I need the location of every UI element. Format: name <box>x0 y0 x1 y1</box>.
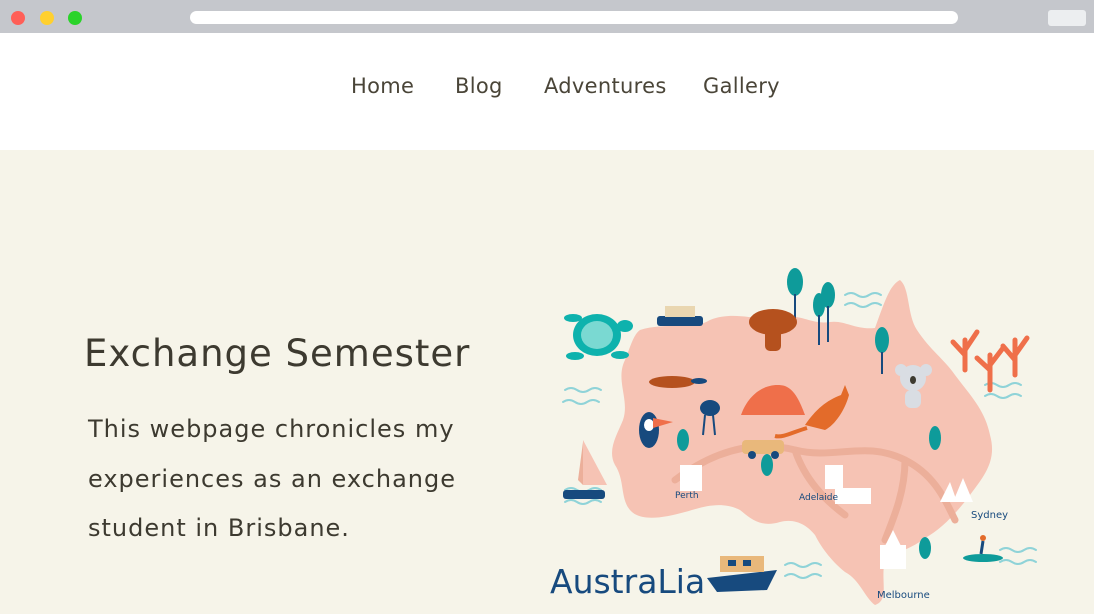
browser-chrome <box>0 0 1094 33</box>
turtle-icon <box>564 314 633 360</box>
boat-icon-top <box>657 306 703 326</box>
hero-section: Exchange Semester This webpage chronicle… <box>0 150 1094 610</box>
nav-link-adventures[interactable]: Adventures <box>544 74 667 98</box>
coral-icons <box>950 329 1030 393</box>
city-label-sydney: Sydney <box>971 510 1008 521</box>
sailboat-icon <box>563 440 607 499</box>
address-bar[interactable] <box>190 11 958 24</box>
hero-description: This webpage chronicles my experiences a… <box>88 415 456 542</box>
city-label-melbourne: Melbourne <box>877 590 930 601</box>
surfer-icon <box>963 535 1003 562</box>
boat-icon-bottom <box>707 556 777 592</box>
browser-menu-button[interactable] <box>1048 10 1086 26</box>
nav-link-home[interactable]: Home <box>351 74 414 98</box>
australia-map-illustration: Perth Adelaide Sydney Melbourne AustraLi… <box>545 260 1065 610</box>
top-nav: Home Blog Adventures Gallery <box>0 33 1094 150</box>
maximize-window-button[interactable] <box>68 11 82 25</box>
city-label-perth: Perth <box>675 491 699 501</box>
nav-link-blog[interactable]: Blog <box>455 74 503 98</box>
close-window-button[interactable] <box>11 11 25 25</box>
nav-link-gallery[interactable]: Gallery <box>703 74 780 98</box>
minimize-window-button[interactable] <box>40 11 54 25</box>
map-heading: AustraLia <box>550 562 705 601</box>
map-svg: Perth Adelaide Sydney Melbourne AustraLi… <box>550 268 1037 605</box>
page-title: Exchange Semester <box>84 332 471 375</box>
city-label-adelaide: Adelaide <box>799 493 838 503</box>
